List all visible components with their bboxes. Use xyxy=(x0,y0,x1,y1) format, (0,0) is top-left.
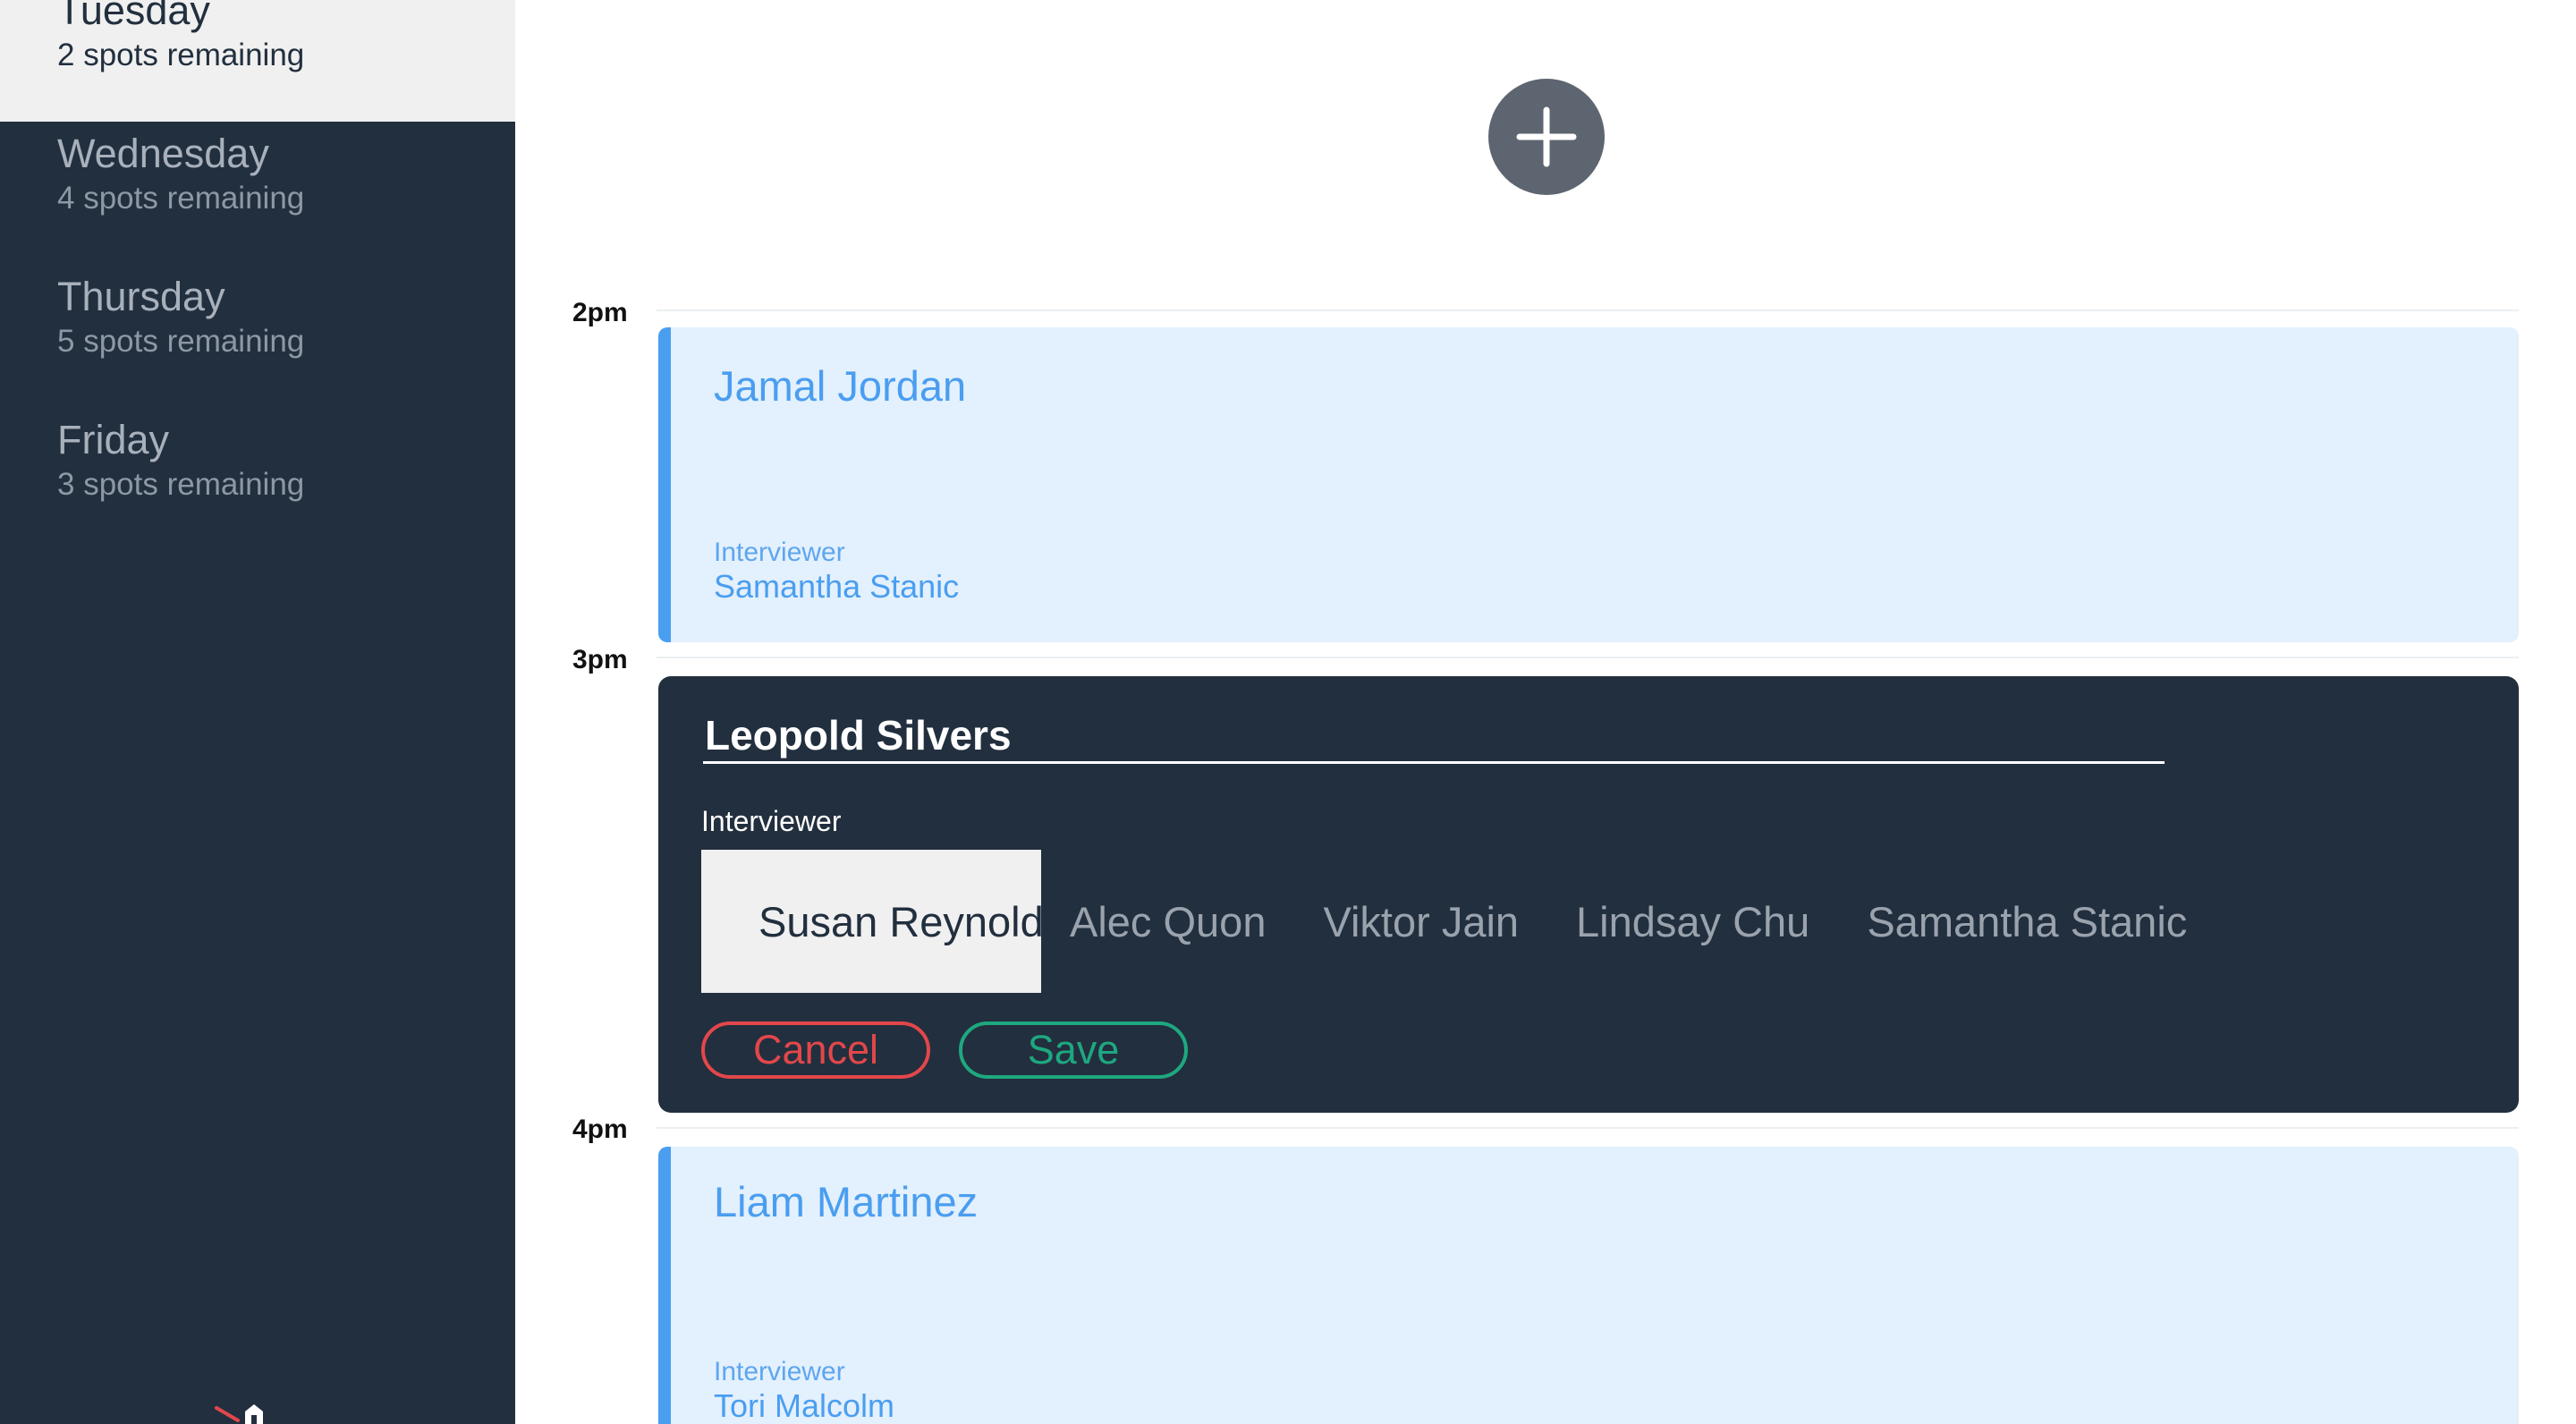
day-item-friday[interactable]: Friday 3 spots remaining xyxy=(0,408,515,551)
cancel-button[interactable]: Cancel xyxy=(701,1021,930,1079)
appointment-edit-form: Interviewer Susan Reynolds Alec Quon Vik… xyxy=(658,676,2519,1113)
plus-icon xyxy=(1516,106,1577,167)
save-button[interactable]: Save xyxy=(959,1021,1188,1079)
interviewer-label: Interviewer xyxy=(714,1357,845,1386)
interviewer-option-selected[interactable]: Susan Reynolds xyxy=(701,850,1064,993)
day-spots: 5 spots remaining xyxy=(57,324,305,359)
add-appointment-button[interactable] xyxy=(1488,79,1605,195)
hour-label-3pm: 3pm xyxy=(572,645,628,674)
hour-divider xyxy=(657,309,2519,311)
hour-label-2pm: 2pm xyxy=(572,298,628,327)
hour-label-4pm: 4pm xyxy=(572,1115,628,1144)
interviewer-label: Interviewer xyxy=(701,805,842,837)
interviewer-option[interactable]: Viktor Jain xyxy=(1294,850,1547,993)
appointment-card[interactable]: Jamal Jordan Interviewer Samantha Stanic xyxy=(658,327,2519,642)
candidate-name: Jamal Jordan xyxy=(714,362,967,410)
day-item-wednesday[interactable]: Wednesday 4 spots remaining xyxy=(0,122,515,265)
day-list-sidebar: Tuesday 2 spots remaining Wednesday 4 sp… xyxy=(0,0,515,1424)
interviewer-option[interactable]: Samantha Stanic xyxy=(1838,850,2216,993)
day-name: Thursday xyxy=(57,274,225,319)
day-name: Wednesday xyxy=(57,131,269,176)
day-item-tuesday[interactable]: Tuesday 2 spots remaining xyxy=(0,0,515,122)
appointment-card[interactable]: Liam Martinez Interviewer Tori Malcolm xyxy=(658,1147,2519,1424)
day-spots: 4 spots remaining xyxy=(57,181,305,216)
day-spots: 2 spots remaining xyxy=(57,38,305,72)
logo-icon xyxy=(215,1404,263,1424)
day-name: Friday xyxy=(57,417,170,462)
interviewer-list: Susan Reynolds Alec Quon Viktor Jain Lin… xyxy=(701,850,2216,993)
interviewer-name: Samantha Stanic xyxy=(714,568,960,605)
interviewer-option[interactable]: Alec Quon xyxy=(1041,850,1294,993)
hour-divider xyxy=(657,1127,2519,1129)
day-spots: 3 spots remaining xyxy=(57,467,305,502)
day-name: Tuesday xyxy=(57,0,210,33)
day-item-thursday[interactable]: Thursday 5 spots remaining xyxy=(0,265,515,408)
candidate-name: Liam Martinez xyxy=(714,1178,979,1225)
hour-divider xyxy=(657,657,2519,658)
interviewer-name: Tori Malcolm xyxy=(714,1387,895,1424)
interviewer-label: Interviewer xyxy=(714,538,845,567)
candidate-name-input[interactable] xyxy=(703,708,2165,764)
interviewer-option[interactable]: Lindsay Chu xyxy=(1547,850,1838,993)
